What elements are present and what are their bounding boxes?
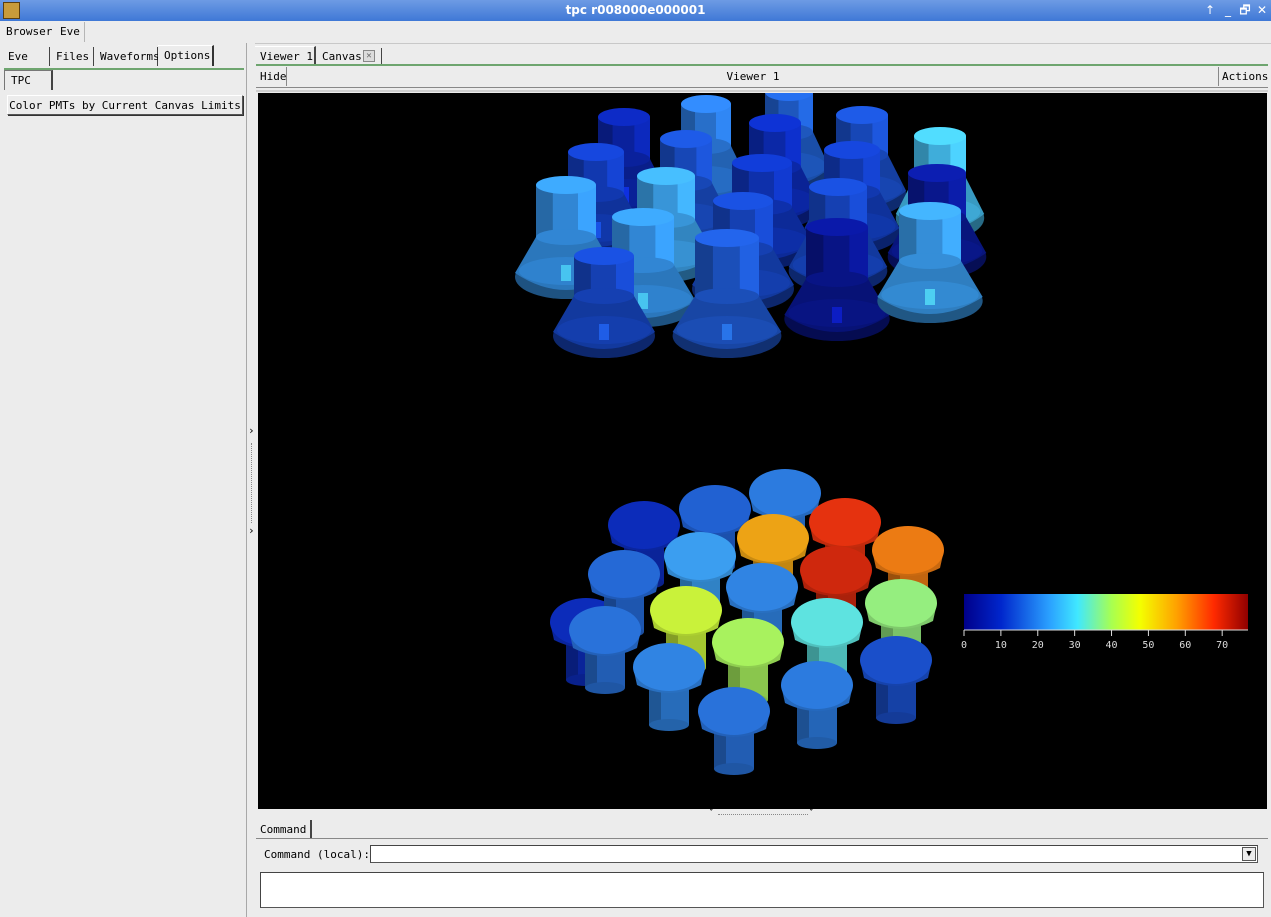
color-pmts-button[interactable]: Color PMTs by Current Canvas Limits <box>7 95 243 115</box>
tab-waveforms[interactable]: Waveforms <box>94 47 160 66</box>
pmt-bottom-18[interactable] <box>781 661 853 749</box>
color-palette-axis: 0 10 20 30 40 50 60 70 <box>961 594 1248 651</box>
palette-tick-label: 30 <box>1069 640 1081 651</box>
menu-eve[interactable]: Eve <box>60 25 80 38</box>
window-raise-button[interactable]: ↑ <box>1203 3 1217 17</box>
pmt-array-top <box>515 93 987 358</box>
pmt-scene[interactable]: 0 10 20 30 40 50 60 70 <box>258 93 1267 809</box>
vertical-splitter[interactable]: › › <box>247 43 255 917</box>
subtab-tpc[interactable]: TPC <box>4 70 53 90</box>
tab-viewer-1[interactable]: Viewer 1 <box>255 46 316 65</box>
window-maximize-button[interactable]: 🗗 <box>1238 3 1252 17</box>
close-canvas-tab-icon[interactable]: ✕ <box>363 50 375 62</box>
palette-tick-label: 60 <box>1179 640 1191 651</box>
viewer-title: Viewer 1 <box>726 70 780 83</box>
window-close-button[interactable]: ✕ <box>1255 3 1269 17</box>
command-tab-line <box>256 838 1268 839</box>
left-browser-panel <box>0 43 247 917</box>
pmt-bottom-16[interactable] <box>633 643 705 731</box>
tab-options[interactable]: Options <box>158 45 214 66</box>
expand-left-icon[interactable]: › <box>248 524 255 537</box>
window-minimize-button[interactable]: _ <box>1221 3 1235 17</box>
hide-button[interactable]: Hide <box>257 67 287 86</box>
gl-3d-viewport[interactable]: 0 10 20 30 40 50 60 70 <box>258 93 1267 809</box>
tab-eve[interactable]: Eve <box>2 47 50 66</box>
splitter-grip[interactable] <box>251 443 252 523</box>
palette-tick-label: 40 <box>1106 640 1118 651</box>
command-input[interactable] <box>370 845 1258 863</box>
hsplitter-grip[interactable] <box>718 814 808 815</box>
tab-files[interactable]: Files <box>50 47 94 66</box>
horizontal-splitter[interactable]: ˇ ˇ <box>256 807 1268 820</box>
pmt-array-bottom <box>550 469 944 775</box>
pmt-bottom-17[interactable] <box>860 636 932 724</box>
palette-tick-label: 0 <box>961 640 967 651</box>
palette-tick-label: 70 <box>1216 640 1228 651</box>
collapse-down-icon[interactable]: ˇ <box>708 807 715 820</box>
expand-up-icon[interactable]: ˇ <box>808 807 815 820</box>
pmt-bottom-19[interactable] <box>698 687 770 775</box>
palette-bar <box>964 594 1248 630</box>
viewer-tab-indicator <box>256 64 1268 66</box>
command-output <box>260 872 1264 908</box>
palette-tick-label: 50 <box>1142 640 1154 651</box>
menu-separator <box>84 22 85 42</box>
tab-command[interactable]: Command <box>256 820 312 839</box>
window-title: tpc r008000e000001 <box>565 3 706 17</box>
palette-tick-label: 20 <box>1032 640 1044 651</box>
command-label: Command (local): <box>264 848 370 861</box>
menu-browser[interactable]: Browser <box>6 25 52 38</box>
command-history-dropdown[interactable]: ▼ <box>1242 847 1256 861</box>
window-titlebar[interactable]: tpc r008000e000001 ↑ _ 🗗 ✕ <box>0 0 1271 21</box>
collapse-left-icon[interactable]: › <box>248 424 255 437</box>
actions-button[interactable]: Actions <box>1218 67 1268 86</box>
palette-tick-label: 10 <box>995 640 1007 651</box>
menubar: Browser Eve <box>0 21 1271 44</box>
